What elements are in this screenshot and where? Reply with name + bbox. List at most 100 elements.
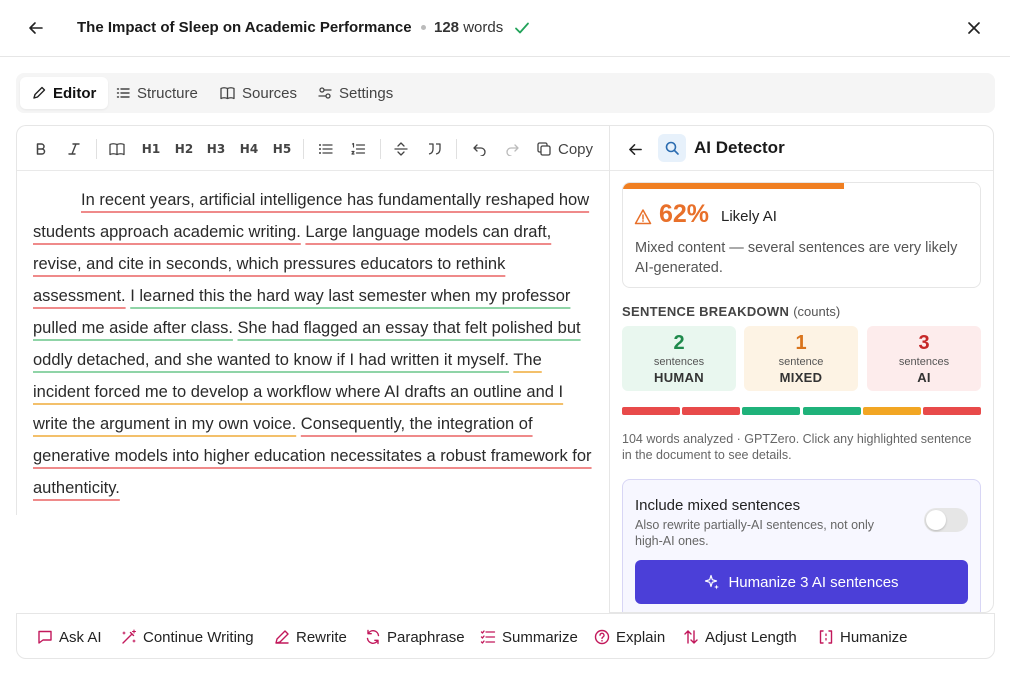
mixed-toggle-description: Also rewrite partially-AI sentences, not… [635, 518, 874, 548]
stat-category: AI [917, 370, 931, 385]
tab-label: Sources [242, 84, 298, 102]
italic-button[interactable] [63, 138, 85, 160]
heading-4-button[interactable]: H4 [238, 138, 260, 160]
sentence-segment[interactable] [922, 407, 981, 415]
divider-button[interactable] [390, 138, 412, 160]
undo-button[interactable] [468, 138, 490, 160]
humanize-ai-sentences-button[interactable]: Humanize 3 AI sentences [635, 560, 968, 604]
heading-3-button[interactable]: H3 [205, 138, 227, 160]
arrow-left-icon [29, 22, 43, 34]
warning-icon [634, 209, 652, 225]
action-label: Continue Writing [143, 628, 254, 646]
breakdown-heading: SENTENCE BREAKDOWN (counts) [622, 304, 840, 319]
chat-icon [38, 630, 52, 644]
include-mixed-toggle[interactable] [924, 508, 968, 532]
word-count-unit: words [463, 19, 504, 36]
stat-unit: sentence [778, 356, 824, 368]
action-label: Ask AI [59, 628, 102, 646]
bullet-list-button[interactable] [314, 138, 336, 160]
panel-back-button[interactable] [624, 138, 646, 160]
wand-icon [122, 629, 137, 644]
action-label: Explain [616, 628, 666, 646]
heading-5-button[interactable]: H5 [271, 138, 293, 160]
humanize-button[interactable]: Humanize [818, 627, 908, 647]
blockquote-book-button[interactable] [106, 138, 128, 160]
tab-sources[interactable]: Sources [208, 77, 309, 109]
app-window: The Impact of Sleep on Academic Performa… [0, 0, 1025, 675]
tab-label: Settings [339, 84, 394, 102]
analysis-note: 104 words analyzed · GPTZero. Click any … [622, 432, 972, 462]
toolbar-divider [456, 139, 457, 159]
check-icon [515, 22, 529, 34]
continue-writing-button[interactable]: Continue Writing [121, 627, 254, 647]
stat-count: 3 [918, 332, 930, 354]
summarize-button[interactable]: Summarize [480, 627, 578, 647]
redo-icon [505, 144, 519, 156]
heading-2-button[interactable]: H2 [173, 138, 195, 160]
panel-header: AI Detector [610, 126, 993, 171]
stat-unit: sentences [898, 356, 950, 368]
adjust-length-button[interactable]: Adjust Length [683, 627, 797, 647]
heading-1-button[interactable]: H1 [140, 138, 162, 160]
rewrite-button[interactable]: Rewrite [274, 627, 347, 647]
undo-icon [472, 144, 486, 156]
stat-count: 2 [673, 332, 685, 354]
sentence-segment[interactable] [802, 407, 861, 415]
toolbar-divider [380, 139, 381, 159]
document-body[interactable]: In recent years, artificial intelligence… [33, 184, 593, 504]
quote-icon [428, 143, 441, 155]
redo-button[interactable] [501, 138, 523, 160]
stat-category: HUMAN [654, 370, 704, 385]
document-header: The Impact of Sleep on Academic Performa… [0, 0, 1010, 57]
sentence-segment[interactable] [862, 407, 921, 415]
breakdown-title: SENTENCE BREAKDOWN [622, 304, 790, 319]
document-title: The Impact of Sleep on Academic Performa… [77, 19, 412, 36]
score-percent: 62% [659, 200, 710, 228]
tab-structure[interactable]: Structure [104, 77, 210, 109]
sparkle-icon [705, 574, 720, 590]
list-icon [116, 88, 130, 98]
action-label: Rewrite [296, 628, 347, 646]
sliders-icon [318, 87, 332, 99]
mixed-toggle-label: Include mixed sentences [635, 497, 801, 514]
pencil-icon [33, 86, 46, 99]
editor-pane: H1 H2 H3 H4 H5 Copy In recent years, art… [16, 125, 610, 515]
book-open-icon [109, 143, 125, 156]
tab-editor[interactable]: Editor [20, 77, 109, 109]
score-description: Mixed content — several sentences are ve… [635, 240, 958, 276]
tab-label: Structure [137, 84, 198, 102]
action-label: Paraphrase [387, 628, 465, 646]
back-button[interactable] [24, 16, 48, 40]
view-tabs: Editor Structure Sources Settings [16, 73, 995, 113]
search-icon [665, 141, 679, 155]
list-icon [480, 630, 496, 644]
copy-icon [537, 142, 551, 156]
ai-detector-panel: AI Detector 62% Likely AI Mixed content … [609, 125, 994, 613]
paraphrase-button[interactable]: Paraphrase [365, 627, 465, 647]
score-card: 62% Likely AI Mixed content — several se… [622, 182, 981, 288]
panel-title: AI Detector [694, 138, 785, 157]
explain-button[interactable]: Explain [594, 627, 665, 647]
book-icon [220, 87, 235, 100]
arrows-updown-icon [684, 630, 698, 644]
stat-category: MIXED [779, 370, 823, 385]
score-verdict: Likely AI [721, 208, 777, 225]
toggle-knob [926, 510, 946, 530]
bold-icon [36, 143, 46, 155]
numbered-list-button[interactable] [347, 138, 369, 160]
stat-ai: 3 sentences AI [867, 326, 981, 391]
tab-settings[interactable]: Settings [306, 77, 405, 109]
breakdown-note: (counts) [793, 304, 841, 319]
copy-button[interactable]: Copy [536, 138, 593, 160]
toolbar-divider [303, 139, 304, 159]
word-count: 128 words [434, 19, 503, 36]
close-button[interactable] [962, 16, 986, 40]
sentence-segment[interactable] [742, 407, 801, 415]
ask-ai-button[interactable]: Ask AI [37, 627, 102, 647]
bold-button[interactable] [30, 138, 52, 160]
action-label: Humanize [840, 628, 908, 646]
sentence-segment[interactable] [682, 407, 741, 415]
stat-count: 1 [795, 332, 807, 354]
sentence-segment[interactable] [622, 407, 681, 415]
quote-button[interactable] [423, 138, 445, 160]
